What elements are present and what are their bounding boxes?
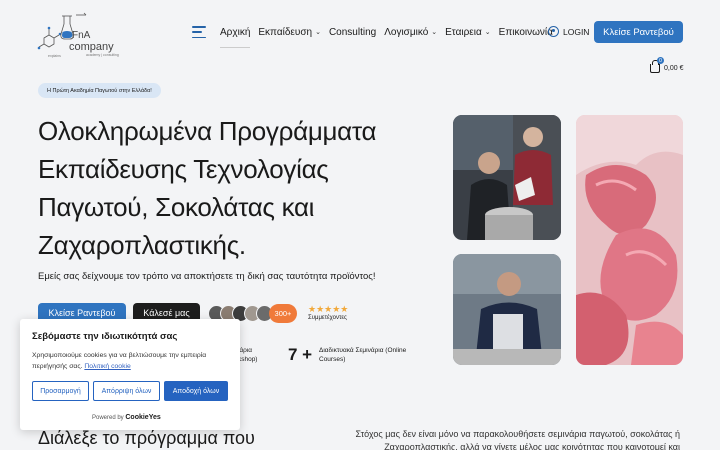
cookie-powered-by: Powered by CookieYes — [92, 414, 161, 421]
svg-text:FnA: FnA — [72, 30, 91, 41]
nav-item-training[interactable]: Εκπαίδευση ⌄ — [254, 22, 325, 42]
cookie-policy-link[interactable]: Πολιτική cookie — [84, 363, 130, 370]
rating-stars-icon: ★★★★★ — [308, 304, 349, 314]
login-link[interactable]: LOGIN — [548, 26, 589, 37]
pink-ice-cream-photo — [576, 115, 683, 365]
cart-icon: 0 — [650, 57, 664, 73]
hero-title-line: Παγωτού, Σοκολάτας και — [38, 192, 315, 222]
section-title: Διάλεξε το πρόγραμμα που — [38, 428, 255, 448]
hero-subtitle: Εμείς σας δείχνουμε τον τρόπο να αποκτήσ… — [38, 271, 376, 282]
cookie-text: Χρησιμοποιούμε cookies για να βελτιώσουμ… — [32, 350, 228, 372]
chevron-down-icon: ⌄ — [484, 29, 491, 36]
chefs-mixing-photo — [453, 115, 561, 240]
chevron-down-icon: ⌄ — [315, 29, 321, 36]
site-header: FnA company explains academy | consultin… — [0, 0, 720, 64]
fna-logo[interactable]: FnA company explains academy | consultin… — [36, 12, 122, 60]
section-intro-text: Στόχος μας δεν είναι μόνο να παρακολουθή… — [355, 429, 680, 450]
participants-count-badge: 300+ — [269, 304, 297, 323]
cookie-customize-button[interactable]: Προσαρμογή — [32, 381, 89, 401]
svg-text:academy | consulting: academy | consulting — [86, 53, 119, 57]
nav-label: Εταιρεια — [445, 26, 482, 38]
hero-title-line: Εκπαίδευσης Τεχνολογίας — [38, 154, 329, 184]
nav-item-company[interactable]: Εταιρεια ⌄ — [441, 22, 495, 42]
nav-item-software[interactable]: Λογισμικό ⌄ — [380, 22, 441, 42]
cart-link[interactable]: 0 0,00 € — [650, 57, 684, 73]
cookie-consent-banner: Σεβόμαστε την ιδιωτικότητά σας Χρησιμοπο… — [20, 319, 240, 430]
hero-title: Ολοκληρωμένα Προγράμματα Εκπαίδευσης Τεχ… — [38, 112, 438, 264]
cookie-title: Σεβόμαστε την ιδιωτικότητά σας — [32, 331, 178, 342]
nav-label: Επικοινωνία — [498, 26, 553, 38]
powered-by-label: Powered by — [92, 415, 124, 421]
user-icon — [548, 26, 559, 37]
menu-icon[interactable] — [192, 26, 206, 38]
cart-count-badge: 0 — [657, 57, 664, 64]
cart-total: 0,00 € — [664, 65, 684, 72]
main-nav: Αρχική Εκπαίδευση ⌄ Consulting Λογισμικό ⌄… — [192, 22, 557, 48]
nav-label: Λογισμικό — [384, 26, 429, 38]
cookieyes-logo[interactable]: CookieYes — [125, 414, 160, 421]
stat-online-number: 7 + — [288, 345, 313, 364]
stat-online-label: Διαδικτυακά Σεμινάρια (Online Courses) — [319, 347, 407, 363]
cookie-accept-button[interactable]: Αποδοχή όλων — [164, 381, 228, 401]
participants-label: Συμμετέχοντες — [308, 315, 347, 321]
book-appointment-button[interactable]: Κλείσε Ραντεβού — [594, 21, 683, 43]
academy-badge: Η Πρώτη Ακαδημία Παγωτού στην Ελλάδα! — [38, 83, 161, 98]
chevron-down-icon: ⌄ — [431, 29, 438, 36]
hero-title-line: Ολοκληρωμένα Προγράμματα — [38, 116, 377, 146]
cookie-actions: Προσαρμογή Απόρριψη όλων Αποδοχή όλων — [32, 381, 228, 401]
nav-label: Εκπαίδευση — [258, 26, 313, 38]
nav-item-home[interactable]: Αρχική — [216, 22, 254, 48]
cookie-reject-button[interactable]: Απόρριψη όλων — [93, 381, 160, 401]
nav-label: Consulting — [328, 26, 377, 38]
nav-label: Αρχική — [220, 26, 251, 38]
svg-text:explains: explains — [48, 54, 61, 58]
svg-text:company: company — [69, 41, 114, 53]
hero-title-line: Ζαχαροπλαστικής. — [38, 230, 246, 260]
chef-piping-photo — [453, 254, 561, 365]
login-label: LOGIN — [563, 26, 590, 37]
nav-item-consulting[interactable]: Consulting — [325, 22, 380, 42]
